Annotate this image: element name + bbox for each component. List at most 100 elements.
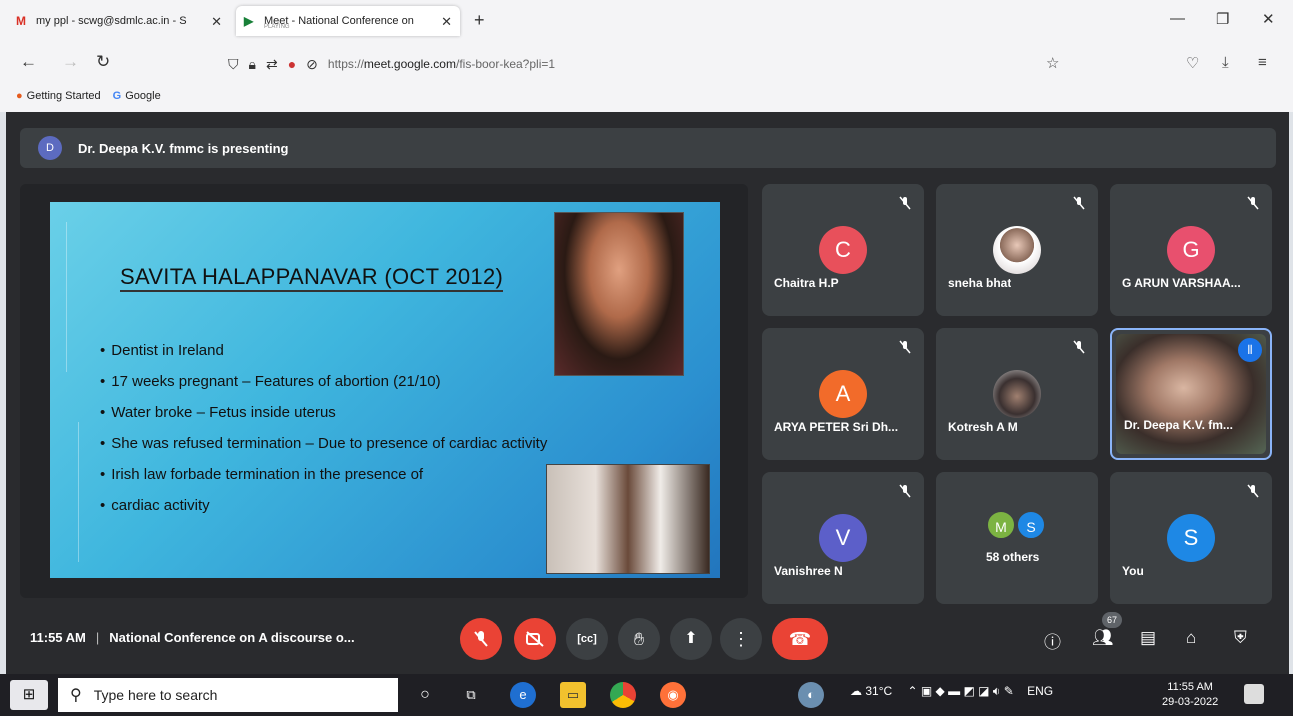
tab-meet[interactable]: ▶ Meet - National Conference on PLAYING …	[236, 6, 460, 36]
avatar: M	[986, 510, 1016, 540]
avatar: A	[819, 370, 867, 418]
leave-call-button[interactable]: ☎	[772, 618, 828, 660]
app-icon[interactable]: ◐	[798, 682, 824, 708]
cortana-icon[interactable]: ○	[412, 682, 438, 708]
reload-icon[interactable]: ↻	[96, 52, 110, 72]
hang-up-icon: ☎	[788, 629, 812, 649]
camera-toggle-button[interactable]	[514, 618, 556, 660]
avatar: V	[819, 514, 867, 562]
minimize-button[interactable]: —	[1170, 10, 1185, 27]
captions-button[interactable]: [cc]	[566, 618, 608, 660]
circuit-decoration	[78, 422, 79, 562]
captions-icon: [cc]	[577, 633, 597, 645]
participant-name: Kotresh A M	[948, 420, 1018, 434]
participant-name: Dr. Deepa K.V. fm...	[1124, 418, 1233, 432]
browser-chrome: M my ppl - scwg@sdmlc.ac.in - S ✕ ▶ Meet…	[0, 0, 1293, 112]
raise-hand-button[interactable]: ✋︎	[618, 618, 660, 660]
participant-tile[interactable]: sneha bhat	[936, 184, 1098, 316]
participant-name: G ARUN VARSHAA...	[1122, 276, 1241, 290]
participant-name: Chaitra H.P	[774, 276, 839, 290]
present-button[interactable]: ⬆	[670, 618, 712, 660]
participant-tile-speaking[interactable]: ⦀ Dr. Deepa K.V. fm...	[1110, 328, 1272, 460]
participant-tile[interactable]: Kotresh A M	[936, 328, 1098, 460]
firefox-icon: ●	[16, 90, 23, 102]
taskbar-search[interactable]: ⚲ Type here to search	[58, 678, 398, 712]
hand-icon: ✋︎	[633, 629, 645, 649]
taskbar-clock[interactable]: 11:55 AM 29-03-2022	[1162, 680, 1218, 710]
mic-off-icon	[1073, 340, 1085, 354]
restore-button[interactable]: ❐	[1216, 10, 1229, 28]
notifications-icon[interactable]	[1244, 684, 1264, 704]
info-icon[interactable]: ⓘ	[1044, 628, 1061, 653]
participant-name: sneha bhat	[948, 276, 1012, 290]
mic-permission-icon[interactable]: ●	[288, 56, 296, 72]
camera-off-icon	[526, 631, 544, 647]
close-window-button[interactable]: ✕	[1262, 10, 1275, 28]
others-count: 58 others	[986, 550, 1040, 564]
avatar: S	[1016, 510, 1046, 540]
others-tile[interactable]: M S 58 others	[936, 472, 1098, 604]
close-tab-icon[interactable]: ✕	[441, 14, 452, 30]
mic-off-icon	[1247, 484, 1259, 498]
more-options-button[interactable]: ⋮	[720, 618, 762, 660]
participant-tile[interactable]: V Vanishree N	[762, 472, 924, 604]
firefox-icon[interactable]: ◉	[660, 682, 686, 708]
address-bar[interactable]: ⛉ 🔒︎ ⇄ ● ⊘ https://meet.google.com/fis-b…	[228, 50, 1068, 78]
tab-playing-label: PLAYING	[264, 24, 290, 30]
star-icon[interactable]: ☆	[1046, 54, 1059, 72]
shield-icon[interactable]: ⛉	[228, 56, 239, 73]
participant-tile[interactable]: G G ARUN VARSHAA...	[1110, 184, 1272, 316]
new-tab-button[interactable]: +	[474, 10, 485, 31]
avatar	[993, 370, 1041, 418]
activities-icon[interactable]: ⌂	[1186, 628, 1196, 648]
windows-taskbar: ⊞ ⚲ Type here to search ○ ⧉ e ▭ ◉ ◐ ☁ 31…	[0, 674, 1293, 716]
slide-bullet: Dentist in Ireland	[100, 342, 547, 359]
meet-window: D Dr. Deepa K.V. fmmc is presenting SAVI…	[6, 112, 1289, 674]
participant-name: You	[1122, 564, 1144, 578]
participant-tile[interactable]: C Chaitra H.P	[762, 184, 924, 316]
mic-off-icon	[1073, 196, 1085, 210]
slide-bullet: Water broke – Fetus inside uterus	[100, 404, 547, 421]
language-indicator[interactable]: ENG	[1027, 684, 1053, 698]
bookmark-getting-started[interactable]: ● Getting Started	[16, 90, 101, 102]
slide-bullet: She was refused termination – Due to pre…	[100, 435, 547, 452]
self-tile[interactable]: S You	[1110, 472, 1272, 604]
participant-tile[interactable]: A ARYA PETER Sri Dh...	[762, 328, 924, 460]
clock-date: 29-03-2022	[1162, 696, 1219, 708]
tab-gmail[interactable]: M my ppl - scwg@sdmlc.ac.in - S ✕	[8, 6, 230, 36]
camera-off-icon[interactable]: ⊘	[306, 56, 318, 73]
weather-temp: 31°C	[865, 684, 893, 698]
system-tray: ☁ 31°C ⌃ ▣ ◆ ▬ ◩ ◪ 🔉︎ ✎ ENG	[850, 684, 1053, 699]
bookmark-google[interactable]: G Google	[113, 90, 161, 102]
presentation-stage[interactable]: SAVITA HALAPPANAVAR (OCT 2012) Dentist i…	[20, 184, 748, 598]
group-photo	[546, 464, 710, 574]
edge-icon[interactable]: e	[510, 682, 536, 708]
portrait-photo	[554, 212, 684, 376]
avatar	[993, 226, 1041, 274]
lock-icon[interactable]: 🔒︎	[249, 56, 256, 73]
pocket-icon[interactable]: ♡	[1186, 54, 1199, 72]
menu-icon[interactable]: ≡	[1258, 54, 1267, 71]
host-controls-icon[interactable]: ⛨	[1234, 628, 1247, 648]
back-icon[interactable]: ←	[20, 52, 37, 72]
windows-start-button[interactable]: ⊞	[10, 680, 48, 710]
download-icon[interactable]: ⤓	[1222, 54, 1229, 71]
presentation-slide: SAVITA HALAPPANAVAR (OCT 2012) Dentist i…	[50, 202, 720, 578]
tray-icons[interactable]: ⌃ ▣ ◆ ▬ ◩ ◪ 🔉︎ ✎	[908, 684, 1014, 698]
meeting-title: National Conference on A discourse o...	[109, 630, 355, 645]
mic-toggle-button[interactable]	[460, 618, 502, 660]
task-view-icon[interactable]: ⧉	[458, 682, 484, 708]
search-icon: ⚲	[70, 687, 82, 704]
mic-off-icon	[899, 196, 911, 210]
people-icon[interactable]: 👥︎	[1092, 628, 1114, 648]
permissions-icon[interactable]: ⇄	[266, 56, 278, 73]
chat-icon[interactable]: ▤	[1140, 628, 1156, 648]
close-tab-icon[interactable]: ✕	[211, 14, 222, 30]
forward-icon[interactable]: →	[62, 52, 79, 72]
google-icon: G	[112, 90, 122, 102]
url-text[interactable]: https://meet.google.com/fis-boor-kea?pli…	[328, 57, 555, 71]
presenter-avatar: D	[38, 136, 62, 160]
weather-icon[interactable]: ☁	[850, 684, 862, 698]
chrome-icon[interactable]	[610, 682, 636, 708]
file-explorer-icon[interactable]: ▭	[560, 682, 586, 708]
